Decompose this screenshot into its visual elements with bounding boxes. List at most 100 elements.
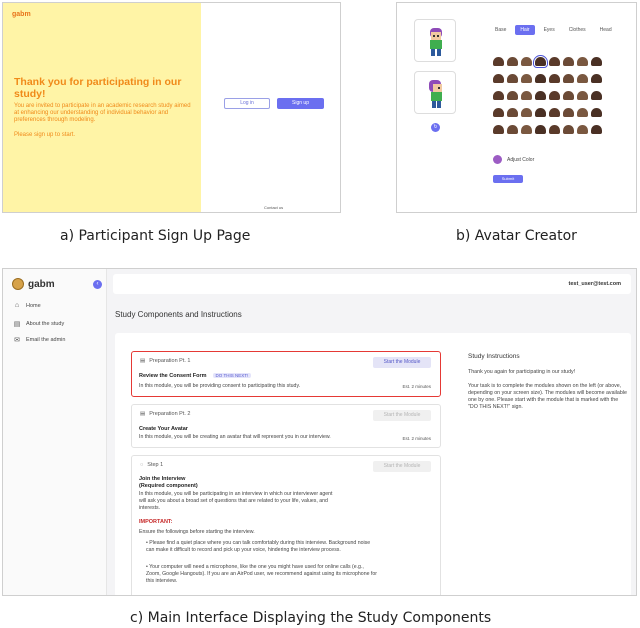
sidebar: gabm ‹ ⌂ Home ▤ About the study ✉ Email … — [3, 269, 107, 595]
card-title: Join the Interview — [139, 476, 186, 482]
signup-button[interactable]: Sign up — [277, 98, 324, 109]
start-module-button[interactable]: Start the Module — [373, 461, 431, 472]
hair-option[interactable] — [591, 91, 602, 100]
hair-option[interactable] — [535, 74, 546, 83]
card-header: ◌ Step 1 — [140, 462, 164, 468]
caption-a: a) Participant Sign Up Page — [60, 228, 251, 244]
sidebar-item-label: About the study — [26, 321, 65, 327]
hair-option[interactable] — [549, 91, 560, 100]
hair-option[interactable] — [577, 91, 588, 100]
signup-prompt: Please sign up to start. — [14, 132, 76, 138]
hair-option[interactable] — [535, 108, 546, 117]
hair-option[interactable] — [493, 91, 504, 100]
document-icon: ▤ — [13, 321, 21, 328]
user-email[interactable]: test_user@test.com — [569, 281, 621, 287]
welcome-panel: gabm Thank you for participating in our … — [3, 3, 201, 212]
card-header: ▤ Preparation Pt. 1 — [140, 358, 191, 364]
submit-button[interactable]: Submit — [493, 175, 523, 183]
hair-option[interactable] — [563, 57, 574, 66]
chat-icon: ◌ — [140, 462, 144, 468]
hair-option[interactable] — [535, 125, 546, 134]
caption-c: c) Main Interface Displaying the Study C… — [130, 610, 492, 626]
hair-option[interactable] — [563, 91, 574, 100]
sidebar-item-home[interactable]: ⌂ Home — [13, 302, 41, 309]
brand-logo: gabm — [12, 11, 31, 18]
card-description-line: interests. — [139, 505, 161, 511]
caption-b: b) Avatar Creator — [456, 228, 577, 244]
module-card-interview: ◌ Step 1 Start the Module Join the Inter… — [131, 455, 441, 595]
house-icon: ⌂ — [14, 302, 20, 309]
list-item: • Please find a quiet place where you ca… — [146, 540, 371, 553]
logo-icon — [12, 278, 24, 290]
logo[interactable]: gabm — [12, 278, 55, 290]
card-description-line: In this module, you will be participatin… — [139, 491, 333, 497]
hair-option[interactable] — [591, 74, 602, 83]
sidebar-item-email[interactable]: ✉ Email the admin — [13, 336, 65, 344]
hair-option[interactable] — [507, 74, 518, 83]
card-description: In this module, you will be providing co… — [139, 383, 301, 389]
page-title: Study Components and Instructions — [115, 310, 242, 319]
hair-option[interactable] — [549, 74, 560, 83]
card-subtitle: (Required component) — [139, 483, 198, 489]
hair-option[interactable] — [577, 125, 588, 134]
time-estimate: Est. 2 minutes — [402, 384, 431, 389]
hair-option[interactable] — [533, 55, 548, 68]
hair-option[interactable] — [521, 74, 532, 83]
hair-option[interactable] — [493, 108, 504, 117]
hair-option[interactable] — [549, 57, 560, 66]
hair-option[interactable] — [563, 108, 574, 117]
hair-option[interactable] — [549, 108, 560, 117]
hair-option[interactable] — [521, 108, 532, 117]
card-description: In this module, you will be creating an … — [139, 434, 331, 440]
instructions-title: Study Instructions — [468, 353, 520, 360]
welcome-heading: Thank you for participating in our study… — [14, 76, 182, 100]
contact-link[interactable]: Contact us — [264, 205, 283, 210]
hair-option[interactable] — [507, 125, 518, 134]
color-swatch[interactable] — [493, 155, 502, 164]
welcome-description: You are invited to participate in an aca… — [14, 103, 191, 123]
tab-hair[interactable]: Hair — [515, 25, 535, 35]
hair-option[interactable] — [563, 125, 574, 134]
hair-option[interactable] — [591, 57, 602, 66]
mail-icon: ✉ — [14, 337, 20, 344]
list-item: • Your computer will need a microphone, … — [146, 564, 377, 584]
hair-option[interactable] — [549, 125, 560, 134]
hair-option[interactable] — [563, 74, 574, 83]
avatar-character-icon — [430, 28, 442, 56]
avatar-character-icon — [429, 80, 442, 108]
signup-page-screenshot: gabm Thank you for participating in our … — [2, 2, 341, 213]
start-module-button[interactable]: Start the Module — [373, 357, 431, 368]
hair-option[interactable] — [577, 57, 588, 66]
sidebar-item-about[interactable]: ▤ About the study — [13, 320, 65, 328]
hair-option[interactable] — [521, 125, 532, 134]
start-module-button[interactable]: Start the Module — [373, 410, 431, 421]
hair-option[interactable] — [507, 57, 518, 66]
hair-option[interactable] — [507, 108, 518, 117]
hair-option[interactable] — [521, 91, 532, 100]
tab-clothes[interactable]: Clothes — [564, 25, 591, 35]
hair-option[interactable] — [493, 125, 504, 134]
hair-option[interactable] — [493, 57, 504, 66]
hair-option[interactable] — [535, 91, 546, 100]
hair-option[interactable] — [521, 57, 532, 66]
hair-option[interactable] — [493, 74, 504, 83]
document-icon: ▤ — [140, 358, 146, 364]
tab-head[interactable]: Head — [595, 25, 617, 35]
rotate-button[interactable]: ↻ — [431, 123, 440, 132]
tab-base[interactable]: Base — [490, 25, 511, 35]
collapse-sidebar-button[interactable]: ‹ — [93, 280, 102, 289]
hair-option[interactable] — [591, 108, 602, 117]
hair-option[interactable] — [577, 74, 588, 83]
sidebar-item-label: Email the admin — [26, 337, 66, 343]
hair-option[interactable] — [577, 108, 588, 117]
important-label: IMPORTANT: — [139, 519, 173, 525]
card-header: ▤ Preparation Pt. 2 — [140, 411, 191, 417]
do-this-next-badge: DO THIS NEXT! — [212, 373, 252, 378]
tab-eyes[interactable]: Eyes — [539, 25, 560, 35]
time-estimate: Est. 2 minutes — [402, 436, 431, 441]
login-button[interactable]: Log in — [224, 98, 270, 109]
main-interface-screenshot: gabm ‹ ⌂ Home ▤ About the study ✉ Email … — [2, 268, 637, 596]
hair-option[interactable] — [507, 91, 518, 100]
module-card-avatar: ▤ Preparation Pt. 2 Start the Module Cre… — [131, 404, 441, 448]
hair-option[interactable] — [591, 125, 602, 134]
